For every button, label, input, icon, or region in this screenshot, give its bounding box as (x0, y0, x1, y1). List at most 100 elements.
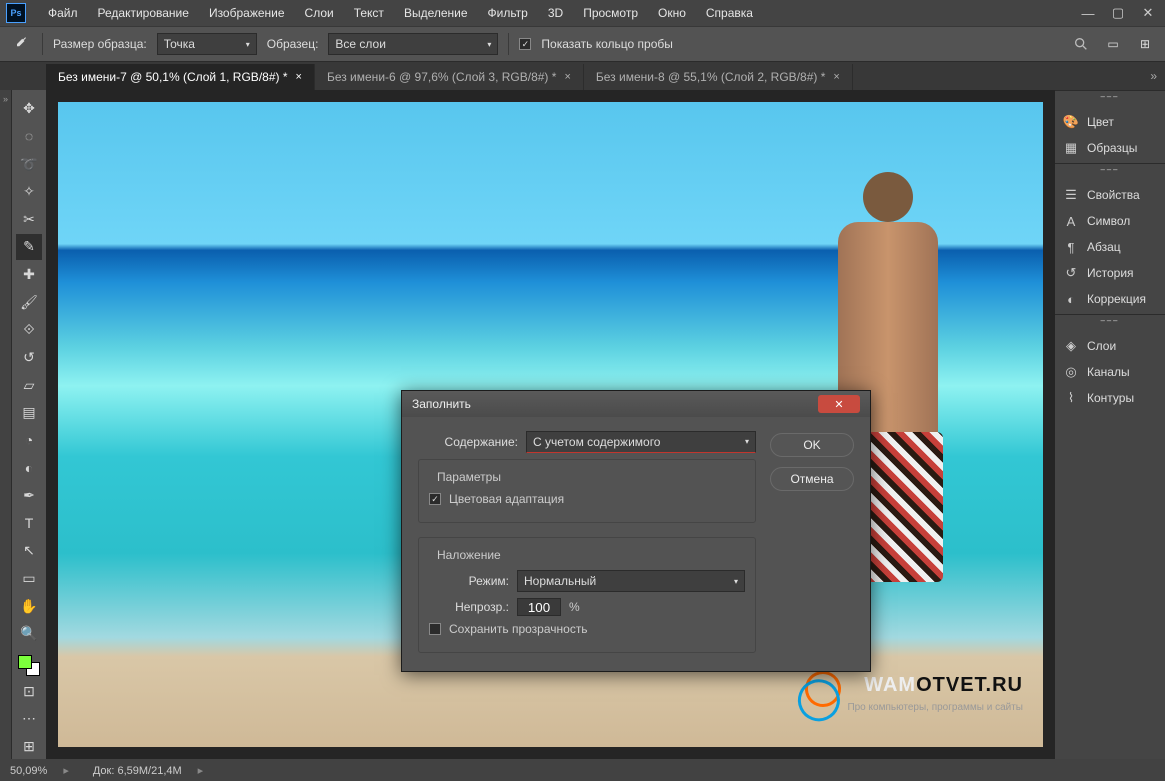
gradient-tool[interactable]: ▤ (16, 400, 42, 426)
menu-выделение[interactable]: Выделение (394, 6, 478, 20)
panel-цвет[interactable]: 🎨Цвет (1055, 109, 1165, 135)
cancel-button[interactable]: Отмена (770, 467, 854, 491)
panel-контуры[interactable]: ⌇Контуры (1055, 385, 1165, 411)
preserve-transparency-checkbox[interactable] (429, 623, 441, 635)
panel-label: Каналы (1087, 365, 1130, 379)
panel-каналы[interactable]: ◎Каналы (1055, 359, 1165, 385)
workspace-icon[interactable]: ⊞ (1133, 32, 1157, 56)
document-size[interactable]: Док: 6,59M/21,4M (93, 764, 203, 777)
document-tab-label: Без имени-8 @ 55,1% (Слой 2, RGB/8#) * (596, 70, 826, 84)
opacity-input[interactable] (517, 598, 561, 616)
fill-dialog: Заполнить ✕ Содержание: С учетом содержи… (401, 390, 871, 672)
tool-extra[interactable]: ⊞ (16, 733, 42, 759)
panel-коррекция[interactable]: ◐ Коррекция (1055, 286, 1165, 312)
blur-tool[interactable]: ◔ (16, 428, 42, 454)
menu-текст[interactable]: Текст (344, 6, 394, 20)
document-tab[interactable]: Без имени-7 @ 50,1% (Слой 1, RGB/8#) * × (46, 64, 315, 90)
heal-tool[interactable]: ✚ (16, 262, 42, 288)
menu-3d[interactable]: 3D (538, 6, 573, 20)
panel-абзац[interactable]: ¶Абзац (1055, 234, 1165, 260)
tool-extra[interactable]: ⊡ (16, 678, 42, 704)
search-icon[interactable] (1069, 32, 1093, 56)
panel-слои[interactable]: ◈Слои (1055, 333, 1165, 359)
document-tab[interactable]: Без имени-6 @ 97,6% (Слой 3, RGB/8#) *× (315, 64, 584, 90)
history-icon: ↺ (1063, 265, 1079, 281)
rect-tool[interactable]: ▭ (16, 566, 42, 592)
show-ring-checkbox[interactable]: ✓ (519, 38, 531, 50)
tab-overflow-icon[interactable]: » (1150, 69, 1165, 83)
menu-просмотр[interactable]: Просмотр (573, 6, 648, 20)
panel-образцы[interactable]: ▦Образцы (1055, 135, 1165, 161)
lasso-tool[interactable]: ➰ (16, 151, 42, 177)
opacity-label: Непрозр.: (429, 600, 509, 614)
eyedropper-tool[interactable]: ✎ (16, 234, 42, 260)
toolbar-collapse[interactable]: » (0, 90, 12, 759)
tab-close-icon[interactable]: × (833, 71, 839, 83)
chevron-down-icon: ▾ (240, 40, 250, 49)
wand-tool[interactable]: ✧ (16, 179, 42, 205)
sample-label: Образец: (267, 37, 319, 51)
blending-legend: Наложение (433, 548, 505, 562)
tab-close-icon[interactable]: × (296, 71, 302, 83)
crop-tool[interactable]: ✂ (16, 207, 42, 233)
pen-tool[interactable]: ✒ (16, 483, 42, 509)
panel-история[interactable]: ↺История (1055, 260, 1165, 286)
adjust-icon: ◐ (1063, 291, 1079, 307)
dodge-tool[interactable]: ◐ (16, 455, 42, 481)
type-tool[interactable]: T (16, 510, 42, 536)
canvas-area[interactable]: WAMOTVET.RU Про компьютеры, программы и … (46, 90, 1055, 759)
color-adaptation-checkbox[interactable]: ✓ (429, 493, 441, 505)
sample-source-dropdown[interactable]: Все слои▾ (328, 33, 498, 55)
grid-icon: ▦ (1063, 140, 1079, 156)
menu-файл[interactable]: Файл (38, 6, 88, 20)
para-icon: ¶ (1063, 239, 1079, 255)
menu-редактирование[interactable]: Редактирование (88, 6, 199, 20)
sliders-icon: ☰ (1063, 187, 1079, 203)
frame-icon[interactable]: ▭ (1101, 32, 1125, 56)
zoom-level[interactable]: 50,09% (10, 764, 69, 777)
brush-tool[interactable]: 🖌 (16, 289, 42, 315)
tool-extra[interactable]: ⋯ (16, 706, 42, 732)
menu-изображение[interactable]: Изображение (199, 6, 295, 20)
zoom-tool[interactable]: 🔍 (16, 621, 42, 647)
menu-окно[interactable]: Окно (648, 6, 696, 20)
close-button[interactable]: ✕ (1137, 5, 1159, 21)
menu-bar: Ps ФайлРедактированиеИзображениеСлоиТекс… (0, 0, 1165, 26)
color-swatches[interactable] (18, 655, 40, 677)
maximize-button[interactable]: ▢ (1107, 5, 1129, 21)
menu-справка[interactable]: Справка (696, 6, 763, 20)
document-tab-label: Без имени-7 @ 50,1% (Слой 1, RGB/8#) * (58, 70, 288, 84)
panel-символ[interactable]: A Символ (1055, 208, 1165, 234)
eraser-tool[interactable]: ▱ (16, 372, 42, 398)
status-bar: 50,09% Док: 6,59M/21,4M (0, 759, 1165, 781)
paths-icon: ⌇ (1063, 390, 1079, 406)
panel-label: Коррекция (1087, 292, 1146, 306)
A-icon: A (1063, 213, 1079, 229)
tab-close-icon[interactable]: × (564, 71, 570, 83)
marquee-tool[interactable]: ◌ (16, 124, 42, 150)
panel-свойства[interactable]: ☰Свойства (1055, 182, 1165, 208)
document-tab[interactable]: Без имени-8 @ 55,1% (Слой 2, RGB/8#) * × (584, 64, 853, 90)
mode-dropdown[interactable]: Нормальный▾ (517, 570, 745, 592)
dialog-title: Заполнить (412, 397, 471, 411)
panel-label: Цвет (1087, 115, 1114, 129)
app-logo: Ps (6, 3, 26, 23)
eyedropper-icon (8, 32, 32, 56)
sample-size-dropdown[interactable]: Точка▾ (157, 33, 257, 55)
dialog-close-button[interactable]: ✕ (818, 395, 860, 413)
ok-button[interactable]: OK (770, 433, 854, 457)
options-bar: Размер образца: Точка▾ Образец: Все слои… (0, 26, 1165, 62)
panel-label: Символ (1087, 214, 1130, 228)
content-dropdown[interactable]: С учетом содержимого▾ (526, 431, 756, 453)
move-tool[interactable]: ✥ (16, 96, 42, 122)
hand-tool[interactable]: ✋ (16, 593, 42, 619)
dialog-titlebar[interactable]: Заполнить ✕ (402, 391, 870, 417)
history-brush-tool[interactable]: ↺ (16, 345, 42, 371)
stamp-tool[interactable]: ⟐ (16, 317, 42, 343)
menu-фильтр[interactable]: Фильтр (478, 6, 538, 20)
menu-слои[interactable]: Слои (295, 6, 344, 20)
path-tool[interactable]: ↖ (16, 538, 42, 564)
show-ring-label: Показать кольцо пробы (541, 37, 672, 51)
minimize-button[interactable]: — (1077, 5, 1099, 21)
watermark-logo (800, 666, 846, 712)
